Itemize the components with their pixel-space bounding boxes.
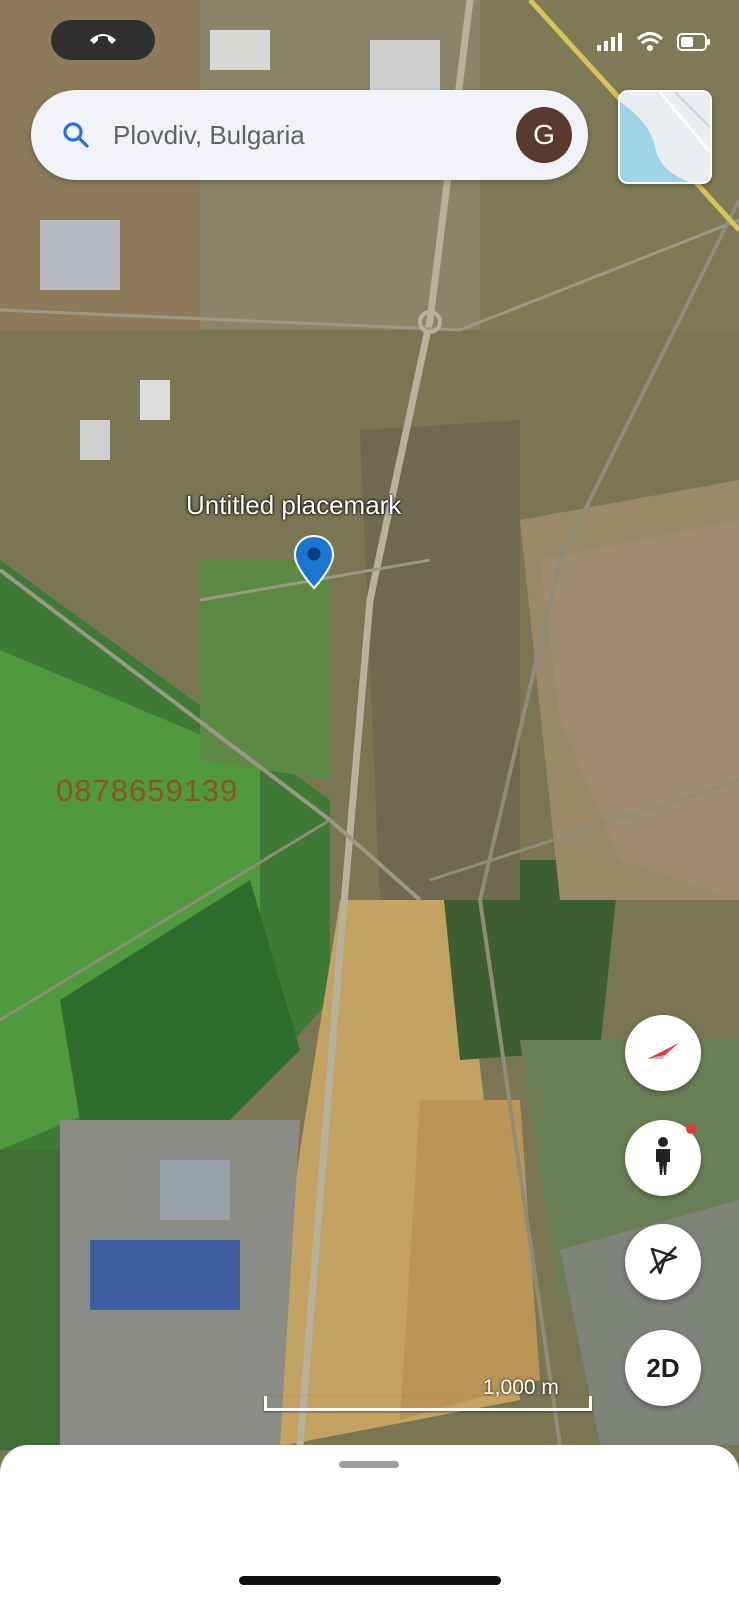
battery-icon (677, 33, 711, 56)
notification-dot (686, 1124, 696, 1134)
view-mode-2d-button[interactable]: 2D (625, 1330, 701, 1406)
map-layers-button[interactable] (618, 90, 712, 184)
active-call-pill[interactable] (51, 20, 155, 60)
search-icon[interactable] (61, 120, 91, 150)
placemark-label[interactable]: Untitled placemark (186, 490, 401, 521)
street-view-icon (652, 1136, 674, 1181)
scale-bar (264, 1396, 592, 1411)
my-location-button[interactable] (625, 1224, 701, 1300)
sheet-grabber-handle[interactable] (339, 1461, 399, 1468)
phone-watermark: 0878659139 (56, 773, 239, 808)
phone-icon (88, 30, 118, 51)
compass-icon (645, 1041, 681, 1066)
placemark-pin-icon[interactable] (293, 534, 335, 595)
home-indicator[interactable] (239, 1576, 501, 1585)
search-bar[interactable]: Plovdiv, Bulgaria G (31, 90, 588, 180)
status-bar-icons (597, 32, 711, 57)
account-avatar[interactable]: G (516, 107, 572, 163)
wifi-icon (636, 32, 664, 57)
location-off-icon (646, 1243, 680, 1282)
cellular-signal-icon (597, 33, 623, 56)
compass-button[interactable] (625, 1015, 701, 1091)
map-thumbnail (620, 92, 710, 182)
search-input[interactable]: Plovdiv, Bulgaria (113, 120, 516, 151)
